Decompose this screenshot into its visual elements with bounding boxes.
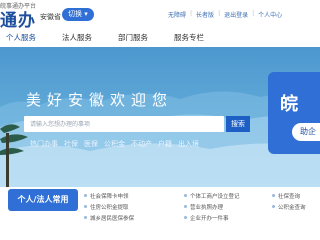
side-card-button[interactable]: 助企 bbox=[292, 123, 320, 141]
nav-service-columns[interactable]: 服务专栏 bbox=[174, 32, 204, 43]
bullet-icon bbox=[84, 205, 87, 208]
service-list-middle: 个体工商户设立登记 营业执照办理 企业开办一件事 bbox=[184, 190, 240, 223]
list-item[interactable]: 社保查询 bbox=[272, 190, 306, 201]
nav-department-services[interactable]: 部门服务 bbox=[118, 32, 148, 43]
nav-personal-services[interactable]: 个人服务 bbox=[6, 32, 36, 43]
user-center-link[interactable]: 个人中心 bbox=[258, 10, 282, 19]
bullet-icon bbox=[184, 194, 187, 197]
search-button[interactable]: 搜索 bbox=[226, 116, 250, 132]
site-logo[interactable]: 通办 bbox=[0, 6, 36, 31]
site-header: 皖事通办平台 通办 安徽省 切换 ▾ 无障碍 | 长者版 | 退出登录 | 个人… bbox=[0, 0, 320, 31]
hot-links: 热门办事 社保 医保 公积金 不动产 户籍 出入境 bbox=[30, 139, 199, 149]
list-item-label: 企业开办一件事 bbox=[190, 215, 229, 222]
divider: | bbox=[218, 10, 221, 17]
list-item-label: 住房公积金提取 bbox=[90, 204, 129, 211]
list-item[interactable]: 城乡居民医保参保 bbox=[84, 212, 134, 223]
list-item-label: 营业执照办理 bbox=[190, 204, 224, 211]
bullet-icon bbox=[84, 216, 87, 219]
bullet-icon bbox=[84, 194, 87, 197]
bullet-icon bbox=[184, 205, 187, 208]
list-item-label: 城乡居民医保参保 bbox=[90, 215, 135, 222]
accessibility-link[interactable]: 无障碍 bbox=[168, 10, 186, 19]
list-item-label: 社保查询 bbox=[278, 193, 301, 200]
bullet-icon bbox=[272, 194, 275, 197]
divider: | bbox=[252, 10, 255, 17]
hot-link[interactable]: 户籍 bbox=[158, 139, 172, 149]
hot-link[interactable]: 出入境 bbox=[178, 139, 199, 149]
service-list-right: 社保查询 公积金查询 bbox=[272, 190, 306, 212]
list-item[interactable]: 企业开办一件事 bbox=[184, 212, 240, 223]
list-item[interactable]: 营业执照办理 bbox=[184, 201, 240, 212]
list-item[interactable]: 住房公积金提取 bbox=[84, 201, 134, 212]
list-item-label: 个体工商户设立登记 bbox=[190, 193, 240, 200]
hot-link[interactable]: 热门办事 bbox=[30, 139, 58, 149]
region-switch-button[interactable]: 切换 ▾ bbox=[62, 8, 94, 21]
hot-link[interactable]: 社保 bbox=[64, 139, 78, 149]
quick-services: 个人/法人常用 社会保障卡申领 住房公积金提取 城乡居民医保参保 个体工商户设立… bbox=[0, 187, 320, 240]
list-item[interactable]: 社会保障卡申领 bbox=[84, 190, 134, 201]
service-list-left: 社会保障卡申领 住房公积金提取 城乡居民医保参保 bbox=[84, 190, 134, 223]
bullet-icon bbox=[184, 216, 187, 219]
main-nav: 个人服务 法人服务 部门服务 服务专栏 bbox=[0, 30, 320, 48]
hot-link[interactable]: 医保 bbox=[84, 139, 98, 149]
list-item[interactable]: 个体工商户设立登记 bbox=[184, 190, 240, 201]
bullet-icon bbox=[272, 205, 275, 208]
elder-mode-link[interactable]: 长者版 bbox=[196, 10, 214, 19]
hot-link[interactable]: 不动产 bbox=[131, 139, 152, 149]
search-input[interactable] bbox=[30, 116, 220, 132]
divider: | bbox=[190, 10, 193, 17]
list-item-label: 社会保障卡申领 bbox=[90, 193, 129, 200]
common-services-tab[interactable]: 个人/法人常用 bbox=[8, 189, 78, 211]
nav-legal-services[interactable]: 法人服务 bbox=[62, 32, 92, 43]
list-item-label: 公积金查询 bbox=[278, 204, 306, 211]
list-item[interactable]: 公积金查询 bbox=[272, 201, 306, 212]
logout-link[interactable]: 退出登录 bbox=[224, 10, 248, 19]
current-region: 安徽省 bbox=[40, 13, 61, 21]
header-links: 无障碍 | 长者版 | 退出登录 | 个人中心 bbox=[168, 10, 282, 19]
side-card-title: 皖 bbox=[280, 94, 298, 115]
hero-title: 美好安徽欢迎您 bbox=[26, 91, 174, 109]
side-promo-card[interactable]: 皖 助企 bbox=[268, 72, 320, 154]
search-box bbox=[24, 116, 224, 132]
hot-link[interactable]: 公积金 bbox=[104, 139, 125, 149]
